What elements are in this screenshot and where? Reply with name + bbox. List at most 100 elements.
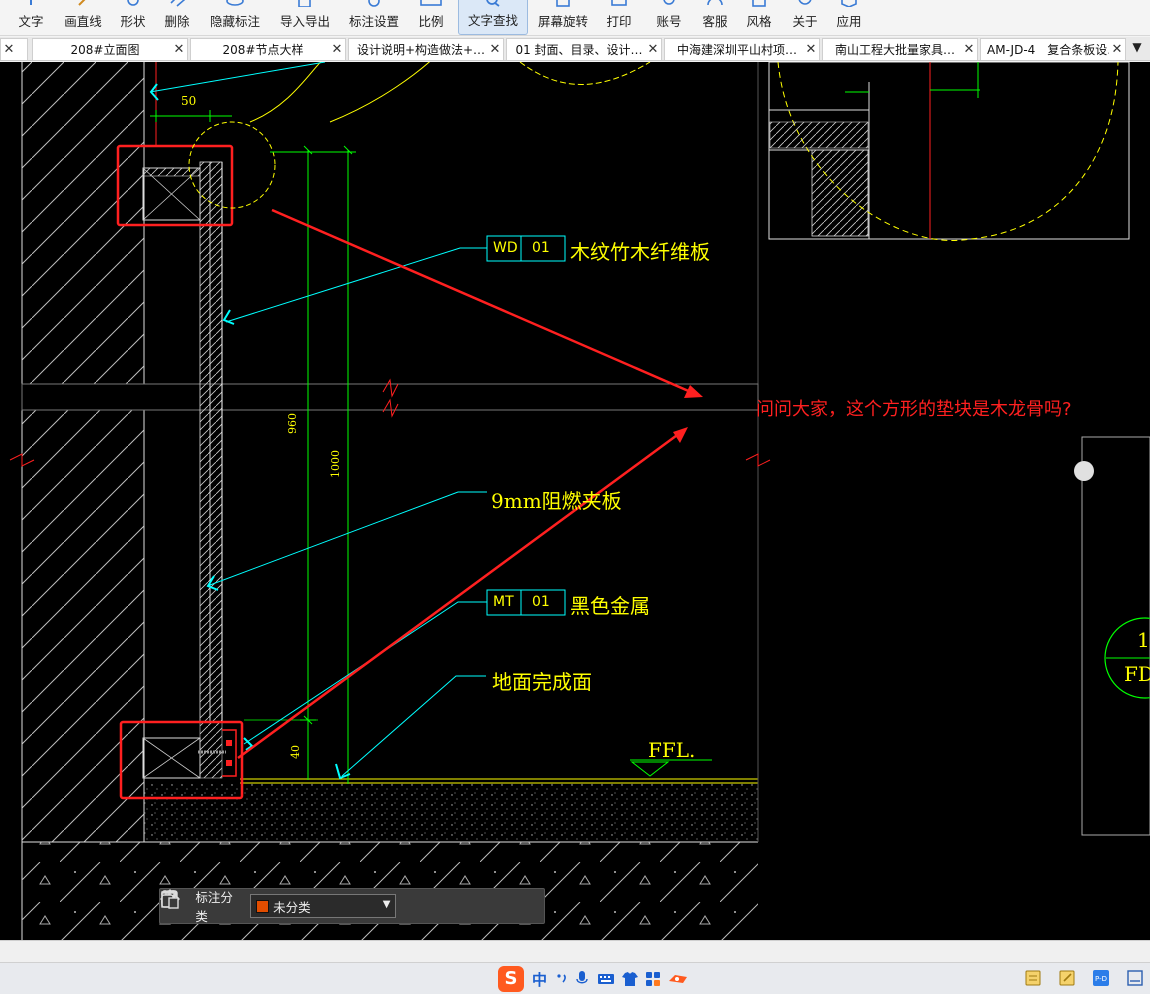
tab-close-icon[interactable]: ✕ [1, 42, 17, 57]
tag-wd-code: WD [493, 240, 518, 256]
tool-print-label: 打印 [606, 14, 632, 29]
wood-fiber-board [209, 161, 223, 723]
tray-edit-icon[interactable] [1058, 969, 1076, 987]
info-icon [798, 0, 812, 5]
tool-import-export-label: 导入导出 [279, 14, 330, 29]
tool-support-label: 客服 [702, 14, 728, 29]
toolbar: 文字 画直线 形状 删除 隐藏标注 导入导出 标注设置 比例 文字查找 屏幕旋转… [0, 0, 1150, 36]
plywood-layer [199, 161, 211, 723]
tool-text[interactable]: 文字 [14, 0, 48, 35]
tab-label: 中海建深圳平山村项… [676, 43, 797, 57]
tab-close-icon[interactable]: ✕ [1109, 42, 1125, 57]
annotation-category-value: 未分类 [273, 899, 311, 915]
dim-label-40: 40 [289, 745, 302, 759]
tool-annotation-settings[interactable]: 标注设置 [345, 0, 403, 35]
tool-apps[interactable]: 应用 [832, 0, 866, 35]
black-metal-trim [222, 729, 237, 777]
tool-delete-label: 删除 [164, 14, 190, 29]
tab-partial[interactable]: ✕ [0, 38, 28, 60]
user-icon [663, 0, 675, 5]
tab-label: 南山工程大批量家具… [834, 43, 955, 57]
text-icon [30, 0, 32, 5]
tab-close-icon[interactable]: ✕ [803, 42, 819, 57]
ime-toolbar[interactable]: S 中 [498, 965, 689, 993]
tool-account[interactable]: 账号 [652, 0, 686, 35]
annotation-category-select[interactable]: 未分类 ▼ [250, 894, 397, 918]
tool-apps-label: 应用 [836, 14, 862, 29]
svg-text:P-D: P-D [1095, 975, 1107, 983]
label-black-metal: 黑色金属 [570, 594, 650, 618]
app-window: { "toolbar": { "items": [ {"label": "文字"… [0, 0, 1150, 994]
tab-label: 设计说明+构造做法+… [356, 43, 486, 57]
skin-shirt-icon[interactable] [621, 971, 639, 987]
microphone-icon[interactable] [575, 970, 589, 988]
tab-document[interactable]: 中海建深圳平山村项… ✕ [664, 38, 820, 60]
tab-document[interactable]: 设计说明+构造做法+… ✕ [348, 38, 504, 60]
tool-style-label: 风格 [746, 14, 772, 29]
tool-hide-annotations-label: 隐藏标注 [209, 14, 260, 29]
floor-fill [144, 784, 758, 842]
annotation-toolbar: 标注分类 未分类 ▼ [159, 888, 545, 924]
tool-line[interactable]: 画直线 [60, 0, 106, 35]
sogou-logo-icon[interactable]: S [498, 966, 524, 992]
printer-icon [611, 0, 627, 6]
tool-shape[interactable]: 形状 [116, 0, 150, 35]
ruler-icon [420, 0, 442, 6]
tab-label: 01 封面、目录、设计… [515, 43, 643, 57]
tab-document[interactable]: 208#节点大样 ✕ [190, 38, 346, 60]
search-icon [486, 0, 500, 7]
move-icon[interactable] [160, 889, 467, 918]
tool-account-label: 账号 [656, 14, 682, 29]
tool-support[interactable]: 客服 [698, 0, 732, 35]
paste-icon[interactable] [161, 891, 538, 918]
tab-close-icon[interactable]: ✕ [329, 42, 345, 57]
rotate-icon [556, 0, 570, 7]
dim-label-1000: 1000 [329, 450, 342, 478]
style-icon [752, 0, 766, 7]
tab-close-icon[interactable]: ✕ [961, 42, 977, 57]
chevron-down-icon: ▼ [382, 899, 391, 910]
tray-notes-icon[interactable] [1024, 969, 1042, 987]
tool-print[interactable]: 打印 [602, 0, 636, 35]
game-icon[interactable] [667, 971, 689, 987]
tool-hide-annotations[interactable]: 隐藏标注 [206, 0, 264, 35]
tab-close-icon[interactable]: ✕ [171, 42, 187, 57]
tray-window-icon[interactable] [1126, 969, 1144, 987]
tab-document[interactable]: 南山工程大批量家具… ✕ [822, 38, 978, 60]
tool-import-export[interactable]: 导入导出 [276, 0, 334, 35]
tab-close-icon[interactable]: ✕ [645, 42, 661, 57]
tag-mt-number: 01 [532, 594, 550, 610]
tool-annotation-settings-label: 标注设置 [348, 14, 399, 29]
ime-mode-indicator[interactable]: 中 [532, 969, 547, 990]
copy-icon[interactable] [161, 890, 502, 918]
eraser-icon [170, 0, 186, 7]
tab-close-icon[interactable]: ✕ [487, 42, 503, 57]
keyboard-icon[interactable] [597, 972, 615, 986]
tool-style[interactable]: 风格 [742, 0, 776, 35]
tray-pdf-icon[interactable]: P-D [1092, 969, 1110, 987]
dim-label-960: 960 [286, 413, 299, 434]
tab-document[interactable]: 208#立面图 ✕ [32, 38, 188, 60]
taskbar: S 中 P-D [0, 962, 1150, 994]
tool-scale[interactable]: 比例 [414, 0, 448, 35]
pen-icon [78, 0, 86, 6]
label-wood-fiber-board: 木纹竹木纤维板 [570, 240, 710, 264]
drawing-canvas[interactable]: 50 960 1000 40 WD 01 木纹竹木纤维板 9mm阻燃夹板 MT … [0, 62, 1150, 940]
app-icon [841, 0, 857, 7]
tab-document[interactable]: 01 封面、目录、设计… ✕ [506, 38, 662, 60]
break-band [21, 383, 759, 411]
punctuation-icon[interactable] [555, 971, 569, 987]
edit-icon[interactable] [161, 891, 431, 918]
tab-overflow-icon[interactable]: ▼ [1128, 40, 1146, 58]
tool-shape-label: 形状 [120, 14, 146, 29]
user-question-annotation[interactable]: 问问大家，这个方形的垫块是木龙骨吗? [756, 395, 1072, 421]
tool-text-label: 文字 [18, 14, 44, 29]
tab-label: 208#节点大样 [222, 43, 304, 57]
tool-delete[interactable]: 删除 [160, 0, 194, 35]
tool-text-search[interactable]: 文字查找 [458, 0, 528, 35]
toolbox-icon[interactable] [645, 971, 661, 987]
tab-document[interactable]: AM-JD-4 复合条板设… ✕ [980, 38, 1126, 60]
tool-about[interactable]: 关于 [788, 0, 822, 35]
wall-hatch [22, 62, 144, 842]
tool-screen-rotate[interactable]: 屏幕旋转 [534, 0, 592, 35]
